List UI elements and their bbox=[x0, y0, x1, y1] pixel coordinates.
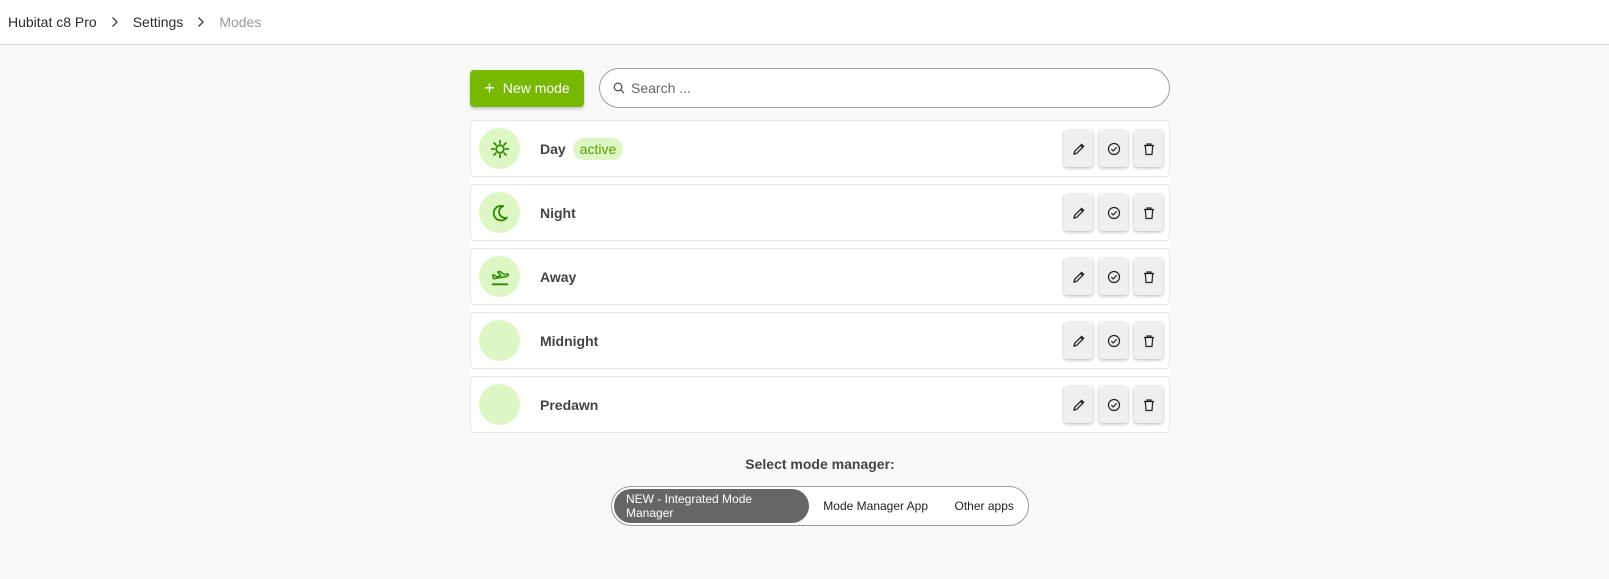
row-actions bbox=[1064, 130, 1163, 167]
pencil-icon bbox=[1072, 270, 1085, 283]
plus-icon: + bbox=[484, 78, 495, 98]
trash-icon bbox=[1143, 270, 1154, 283]
trash-icon bbox=[1143, 142, 1154, 155]
pencil-icon bbox=[1072, 334, 1085, 347]
trash-icon bbox=[1143, 206, 1154, 219]
breadcrumb-modes: Modes bbox=[219, 14, 262, 30]
edit-button[interactable] bbox=[1064, 322, 1093, 359]
mode-row-midnight: Midnight bbox=[470, 312, 1170, 369]
activate-button[interactable] bbox=[1099, 130, 1128, 167]
mode-name: Night bbox=[540, 204, 576, 221]
status-badge: active bbox=[572, 137, 624, 160]
top-bar: Hubitat c8 Pro Settings Modes bbox=[0, 0, 1609, 45]
moon-icon bbox=[479, 192, 520, 233]
option-other-apps[interactable]: Other apps bbox=[942, 489, 1026, 523]
mode-name: Midnight bbox=[540, 332, 599, 349]
check-circle-icon bbox=[1107, 206, 1120, 219]
pencil-icon bbox=[1072, 142, 1085, 155]
modes-list: Day active Night Away Midnight Predawn bbox=[470, 120, 1170, 433]
activate-button[interactable] bbox=[1099, 322, 1128, 359]
mode-row-day: Day active bbox=[470, 120, 1170, 177]
modes-toolbar: + New mode bbox=[470, 60, 1170, 108]
mode-row-predawn: Predawn bbox=[470, 376, 1170, 433]
plane-departure-icon bbox=[479, 256, 520, 297]
check-circle-icon bbox=[1107, 142, 1120, 155]
search-input[interactable] bbox=[631, 80, 1151, 96]
new-mode-label: New mode bbox=[502, 80, 570, 96]
empty-mode-icon bbox=[479, 384, 520, 425]
mode-manager-label: Select mode manager: bbox=[745, 456, 895, 472]
mode-name: Day bbox=[540, 140, 566, 157]
row-actions bbox=[1064, 386, 1163, 423]
mode-manager-selector: NEW - Integrated Mode Manager Mode Manag… bbox=[611, 486, 1029, 526]
row-actions bbox=[1064, 194, 1163, 231]
activate-button[interactable] bbox=[1099, 194, 1128, 231]
check-circle-icon bbox=[1107, 398, 1120, 411]
chevron-right-icon bbox=[195, 16, 207, 28]
empty-mode-icon bbox=[479, 320, 520, 361]
search-box[interactable] bbox=[599, 68, 1170, 108]
search-icon bbox=[613, 82, 625, 94]
trash-icon bbox=[1143, 398, 1154, 411]
chevron-right-icon bbox=[109, 16, 121, 28]
check-circle-icon bbox=[1107, 270, 1120, 283]
edit-button[interactable] bbox=[1064, 130, 1093, 167]
mode-row-night: Night bbox=[470, 184, 1170, 241]
mode-name: Away bbox=[540, 268, 577, 285]
mode-row-away: Away bbox=[470, 248, 1170, 305]
edit-button[interactable] bbox=[1064, 386, 1093, 423]
delete-button[interactable] bbox=[1134, 130, 1163, 167]
row-actions bbox=[1064, 258, 1163, 295]
sun-icon bbox=[479, 128, 520, 169]
pencil-icon bbox=[1072, 206, 1085, 219]
check-circle-icon bbox=[1107, 334, 1120, 347]
modes-panel: + New mode Day active bbox=[470, 60, 1170, 526]
activate-button[interactable] bbox=[1099, 386, 1128, 423]
edit-button[interactable] bbox=[1064, 194, 1093, 231]
edit-button[interactable] bbox=[1064, 258, 1093, 295]
pencil-icon bbox=[1072, 398, 1085, 411]
option-mode-manager-app[interactable]: Mode Manager App bbox=[809, 489, 942, 523]
row-actions bbox=[1064, 322, 1163, 359]
new-mode-button[interactable]: + New mode bbox=[470, 69, 584, 107]
option-integrated-mode-manager[interactable]: NEW - Integrated Mode Manager bbox=[614, 489, 809, 523]
activate-button[interactable] bbox=[1099, 258, 1128, 295]
delete-button[interactable] bbox=[1134, 194, 1163, 231]
mode-name: Predawn bbox=[540, 396, 599, 413]
breadcrumb-settings[interactable]: Settings bbox=[133, 14, 184, 30]
breadcrumb-hub[interactable]: Hubitat c8 Pro bbox=[8, 14, 97, 30]
trash-icon bbox=[1143, 334, 1154, 347]
delete-button[interactable] bbox=[1134, 386, 1163, 423]
delete-button[interactable] bbox=[1134, 258, 1163, 295]
delete-button[interactable] bbox=[1134, 322, 1163, 359]
